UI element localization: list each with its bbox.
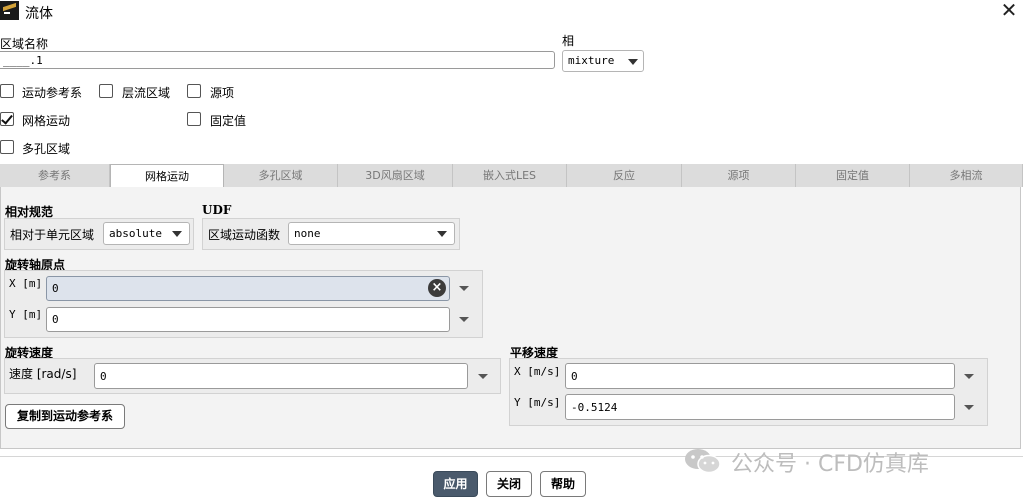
speed-input[interactable]: 0 [94, 363, 468, 389]
moving-reference-frame-label: 运动参考系 [22, 86, 83, 100]
trans-x-value: 0 [571, 370, 578, 383]
relative-to-label: 相对于单元区域 [10, 228, 95, 242]
relative-to-select[interactable]: absolute [103, 222, 190, 245]
origin-x-value: 0 [52, 282, 59, 295]
porous-zone-checkbox[interactable] [0, 140, 14, 154]
laminar-zone-label: 层流区域 [122, 86, 171, 100]
tab-embedded-les[interactable]: 嵌入式LES [453, 164, 567, 187]
fixed-values-checkbox[interactable] [187, 112, 201, 126]
origin-y-label: Y [m] [9, 308, 43, 321]
tab-mesh-motion[interactable]: 网格运动 [110, 164, 224, 188]
zone-name-label: 区域名称 [0, 37, 49, 51]
app-icon [0, 1, 19, 20]
trans-y-label: Y [m/s] [514, 396, 561, 409]
source-terms-checkbox[interactable] [187, 84, 201, 98]
chevron-down-icon [628, 59, 638, 65]
udf-title: UDF [202, 203, 232, 217]
moving-reference-frame-checkbox[interactable] [0, 84, 14, 98]
close-label: 关闭 [496, 477, 521, 491]
wechat-icon [685, 449, 721, 474]
origin-x-label: X [m] [9, 277, 43, 290]
watermark-text: 公众号 · CFD仿真库 [731, 452, 929, 477]
apply-button[interactable]: 应用 [433, 471, 478, 497]
tab-reaction[interactable]: 反应 [567, 164, 682, 187]
tab-porous-zone[interactable]: 多孔区域 [224, 164, 338, 187]
title-bar: 流体 ✕ [0, 0, 1023, 22]
origin-y-input[interactable]: 0 [46, 307, 450, 332]
tab-multiphase[interactable]: 多相流 [910, 164, 1023, 187]
phase-select-value: mixture [568, 54, 615, 67]
zone-name-input[interactable]: ____.1 [0, 51, 555, 69]
mesh-motion-label: 网格运动 [22, 114, 71, 128]
trans-y-value: -0.5124 [571, 401, 618, 414]
trans-y-input[interactable]: -0.5124 [565, 394, 955, 420]
expand-options-icon[interactable] [478, 374, 488, 379]
zone-name-value: ____.1 [3, 54, 43, 67]
close-icon[interactable]: ✕ [998, 0, 1020, 22]
tab-fixed-values[interactable]: 固定值 [796, 164, 910, 187]
expand-options-icon[interactable] [964, 405, 974, 410]
speed-value: 0 [100, 370, 107, 383]
phase-select[interactable]: mixture [562, 50, 644, 72]
window-title: 流体 [25, 6, 53, 22]
copy-to-frame-motion-label: 复制到运动参考系 [16, 409, 113, 423]
zone-motion-fn-label: 区域运动函数 [208, 228, 281, 242]
zone-motion-fn-value: none [294, 227, 321, 240]
tab-3d-fan-zone[interactable]: 3D风扇区域 [338, 164, 453, 187]
chevron-down-icon [437, 231, 447, 237]
expand-options-icon[interactable] [964, 374, 974, 379]
speed-label: 速度 [rad/s] [9, 367, 77, 381]
phase-label: 相 [562, 34, 575, 48]
chevron-down-icon [172, 231, 182, 237]
origin-x-input[interactable]: 0 × [46, 276, 450, 301]
origin-y-value: 0 [52, 313, 59, 326]
laminar-zone-checkbox[interactable] [99, 84, 113, 98]
clear-icon[interactable]: × [428, 279, 446, 297]
trans-x-input[interactable]: 0 [565, 363, 955, 389]
help-label: 帮助 [550, 477, 575, 491]
fixed-values-label: 固定值 [210, 114, 247, 128]
mesh-motion-checkbox[interactable] [0, 112, 14, 126]
copy-to-frame-motion-button[interactable]: 复制到运动参考系 [5, 404, 125, 429]
porous-zone-label: 多孔区域 [22, 142, 71, 156]
expand-options-icon[interactable] [459, 286, 469, 291]
source-terms-label: 源项 [210, 86, 235, 100]
tab-reference-frame[interactable]: 参考系 [0, 164, 110, 187]
apply-label: 应用 [443, 477, 468, 491]
tab-source-terms[interactable]: 源项 [682, 164, 796, 187]
close-button[interactable]: 关闭 [486, 471, 532, 497]
zone-motion-fn-select[interactable]: none [288, 222, 455, 245]
trans-x-label: X [m/s] [514, 365, 561, 378]
expand-options-icon[interactable] [459, 317, 469, 322]
help-button[interactable]: 帮助 [540, 471, 586, 497]
relative-to-value: absolute [109, 227, 162, 240]
